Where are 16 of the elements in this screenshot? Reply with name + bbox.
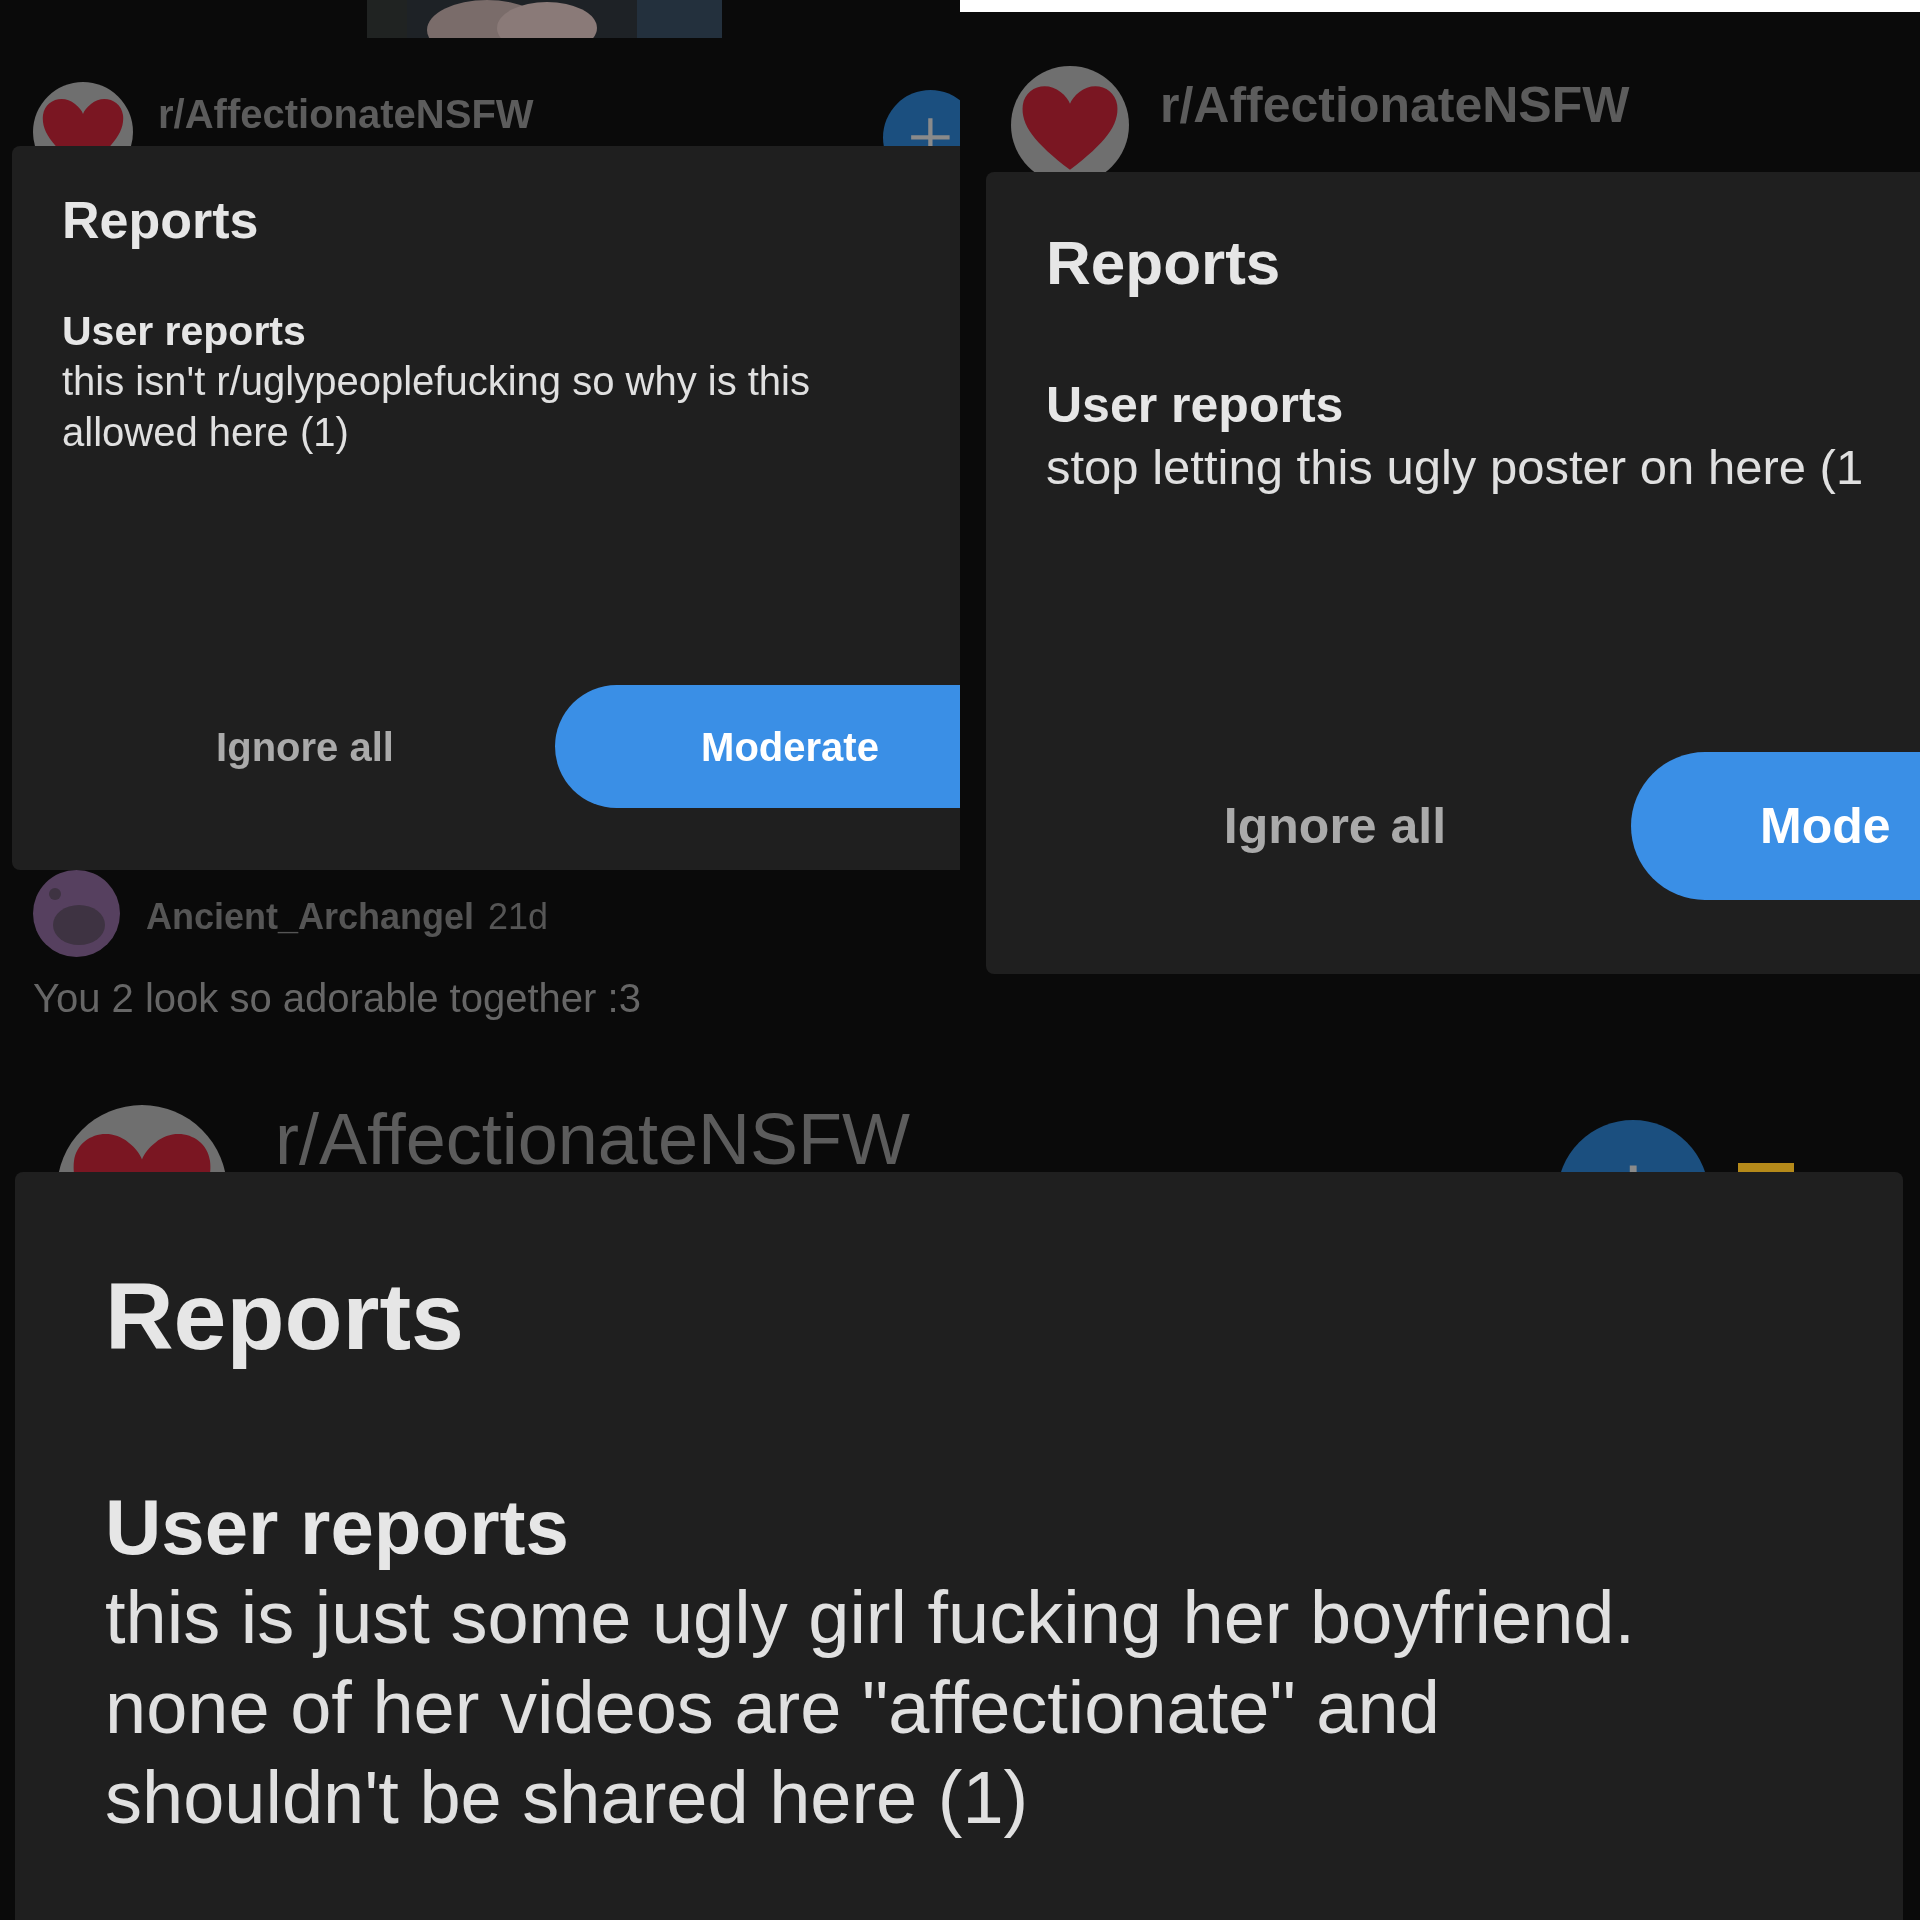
ignore-all-button[interactable]: Ignore all xyxy=(200,685,410,808)
comment-age: 21d xyxy=(488,895,549,939)
subreddit-name: r/AffectionateNSFW xyxy=(158,91,534,138)
user-avatar-icon xyxy=(33,870,120,957)
report-text: this is just some ugly girl fucking her boyfriend. none of her videos are "affectionate" and shouldn't be shared here (1) xyxy=(105,1575,1636,1842)
report-text: this isn't r/uglypeoplefucking so why is this allowed here (1) xyxy=(62,358,811,456)
section-title: User reports xyxy=(1046,376,1345,435)
section-title: User reports xyxy=(62,307,307,356)
dialog-title: Reports xyxy=(105,1262,465,1371)
subreddit-name: r/AffectionateNSFW xyxy=(275,1103,910,1175)
section-title: User reports xyxy=(105,1482,570,1574)
ignore-all-button[interactable]: Ignore all xyxy=(1200,752,1470,900)
comment-author: Ancient_Archangel xyxy=(146,895,475,939)
report-text: stop letting this ugly poster on here (1 xyxy=(1046,439,1865,496)
subreddit-name: r/AffectionateNSFW xyxy=(1160,76,1630,135)
comment-text: You 2 look so adorable together :3 xyxy=(33,975,641,1022)
